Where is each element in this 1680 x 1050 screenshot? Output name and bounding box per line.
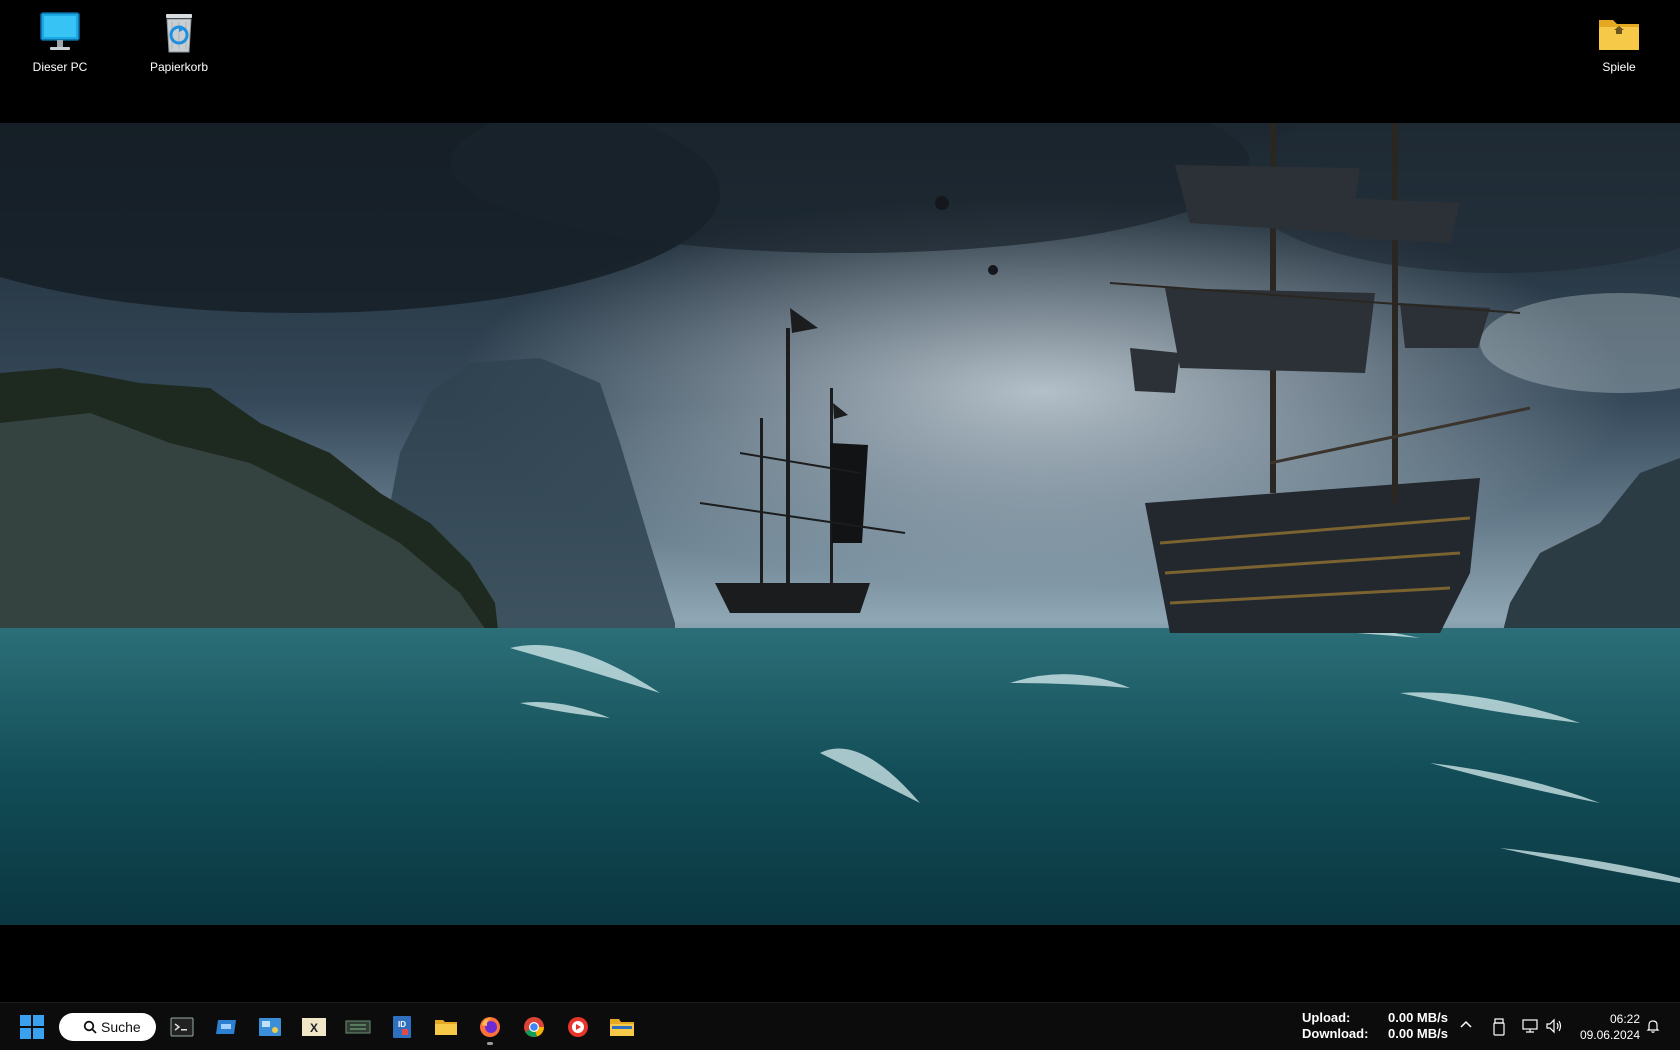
network-speed-widget: Upload: 0.00 MB/s Download: 0.00 MB/s	[1302, 1010, 1448, 1042]
folder-icon	[610, 1019, 634, 1036]
chevron-up-icon	[1460, 1020, 1472, 1028]
notifications-button[interactable]	[1645, 1018, 1661, 1039]
recycle-bin-icon	[155, 8, 203, 56]
id-card-button[interactable]: ID	[384, 1009, 420, 1045]
chip-tool-icon	[345, 1020, 371, 1034]
svg-text:ID: ID	[398, 1020, 406, 1029]
media-player-icon	[568, 1017, 588, 1037]
speaker-icon	[1546, 1018, 1562, 1034]
desktop-icon-label: Dieser PC	[32, 60, 88, 74]
media-player-button[interactable]	[560, 1009, 596, 1045]
svg-text:X: X	[310, 1021, 318, 1035]
folder-icon	[1595, 8, 1643, 56]
show-hidden-icons-button[interactable]	[1459, 1018, 1473, 1037]
file-explorer-icon	[435, 1020, 457, 1035]
desktop-wallpaper	[0, 123, 1680, 925]
desktop-icon-label: Spiele	[1602, 60, 1636, 74]
search-icon	[83, 1020, 97, 1034]
network-icon	[1522, 1019, 1538, 1033]
upload-value: 0.00 MB/s	[1388, 1010, 1448, 1025]
bell-icon	[1646, 1020, 1660, 1033]
clock-date: 09.06.2024	[1579, 1028, 1640, 1042]
search-box[interactable]: Suche	[59, 1013, 156, 1041]
xmind-button[interactable]: X	[296, 1009, 332, 1045]
clock[interactable]: 06:22 09.06.2024	[1580, 1011, 1640, 1043]
control-panel-icon	[259, 1018, 281, 1036]
network-button[interactable]	[1521, 1018, 1539, 1039]
chrome-icon	[524, 1017, 544, 1037]
upload-label: Upload:	[1302, 1010, 1351, 1025]
desktop-icon-recycle-bin[interactable]: Papierkorb	[131, 0, 227, 74]
remote-desktop-icon	[216, 1020, 236, 1034]
control-panel-button[interactable]	[252, 1009, 288, 1045]
chrome-button[interactable]	[516, 1009, 552, 1045]
firefox-button[interactable]	[472, 1009, 508, 1045]
windows-logo-icon	[20, 1015, 44, 1039]
desktop-icon-this-pc[interactable]: Dieser PC	[12, 0, 108, 74]
volume-button[interactable]	[1545, 1018, 1563, 1039]
desktop-icon-label: Papierkorb	[149, 60, 209, 74]
folder-button[interactable]	[604, 1009, 640, 1045]
chip-tool-button[interactable]	[340, 1009, 376, 1045]
taskbar: Suche X ID Upload: 0.00 MB/s Download: 0…	[0, 1002, 1680, 1050]
usb-drive-icon	[1493, 1018, 1505, 1036]
id-card-icon: ID	[393, 1016, 411, 1038]
download-label: Download:	[1302, 1026, 1369, 1041]
terminal-button[interactable]	[164, 1009, 200, 1045]
desktop-icon-games-folder[interactable]: Spiele	[1571, 0, 1667, 74]
xmind-icon: X	[302, 1018, 326, 1036]
firefox-icon	[480, 1017, 500, 1037]
monitor-icon	[36, 8, 84, 56]
usb-device-button[interactable]	[1492, 1018, 1506, 1041]
terminal-icon	[170, 1017, 194, 1037]
file-explorer-button[interactable]	[428, 1009, 464, 1045]
search-label: Suche	[101, 1019, 141, 1035]
clock-time: 06:22	[1609, 1012, 1640, 1026]
start-button[interactable]	[14, 1009, 50, 1045]
download-value: 0.00 MB/s	[1388, 1026, 1448, 1041]
remote-desktop-button[interactable]	[208, 1009, 244, 1045]
